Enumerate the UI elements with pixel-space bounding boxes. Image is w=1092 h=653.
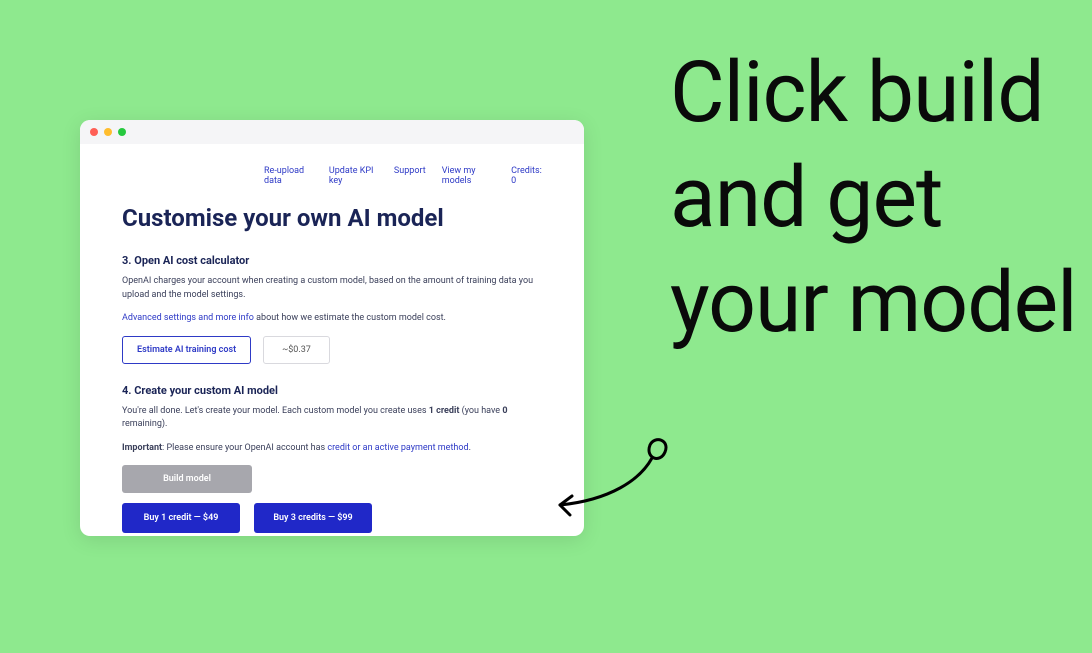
nav-support[interactable]: Support bbox=[394, 166, 426, 186]
nav-reupload[interactable]: Re-upload data bbox=[264, 166, 313, 186]
build-model-button[interactable]: Build model bbox=[122, 465, 252, 493]
section4-line1: You're all done. Let's create your model… bbox=[122, 405, 542, 432]
estimated-cost-value: ~$0.37 bbox=[263, 336, 330, 364]
advanced-settings-link[interactable]: Advanced settings and more info bbox=[122, 313, 254, 323]
nav-credits[interactable]: Credits: 0 bbox=[511, 166, 542, 186]
section3-heading: 3. Open AI cost calculator bbox=[122, 254, 542, 267]
buy-row: Buy 1 credit — $49 Buy 3 credits — $99 bbox=[122, 503, 542, 533]
promo-headline: Click build and get your model bbox=[670, 40, 1092, 355]
section3-desc: OpenAI charges your account when creatin… bbox=[122, 275, 542, 302]
page-title: Customise your own AI model bbox=[122, 204, 542, 232]
top-nav: Re-upload data Update KPI key Support Vi… bbox=[122, 166, 542, 186]
section4-heading: 4. Create your custom AI model bbox=[122, 384, 542, 397]
section3-link-suffix: about how we estimate the custom model c… bbox=[254, 313, 446, 323]
estimate-cost-button[interactable]: Estimate AI training cost bbox=[122, 336, 251, 364]
window-close-icon[interactable] bbox=[90, 128, 98, 136]
estimate-row: Estimate AI training cost ~$0.37 bbox=[122, 336, 542, 364]
section4-line2: Important: Please ensure your OpenAI acc… bbox=[122, 442, 542, 456]
app-window: Re-upload data Update KPI key Support Vi… bbox=[80, 120, 584, 536]
nav-update-key[interactable]: Update KPI key bbox=[329, 166, 378, 186]
buy-3-credits-button[interactable]: Buy 3 credits — $99 bbox=[254, 503, 372, 533]
window-maximize-icon[interactable] bbox=[118, 128, 126, 136]
content-area: Re-upload data Update KPI key Support Vi… bbox=[80, 144, 584, 536]
window-minimize-icon[interactable] bbox=[104, 128, 112, 136]
titlebar bbox=[80, 120, 584, 144]
nav-view-models[interactable]: View my models bbox=[442, 166, 495, 186]
payment-method-link[interactable]: credit or an active payment method bbox=[327, 443, 468, 453]
buy-1-credit-button[interactable]: Buy 1 credit — $49 bbox=[122, 503, 240, 533]
section3-linkline: Advanced settings and more info about ho… bbox=[122, 312, 542, 326]
curved-arrow-icon bbox=[520, 430, 670, 520]
